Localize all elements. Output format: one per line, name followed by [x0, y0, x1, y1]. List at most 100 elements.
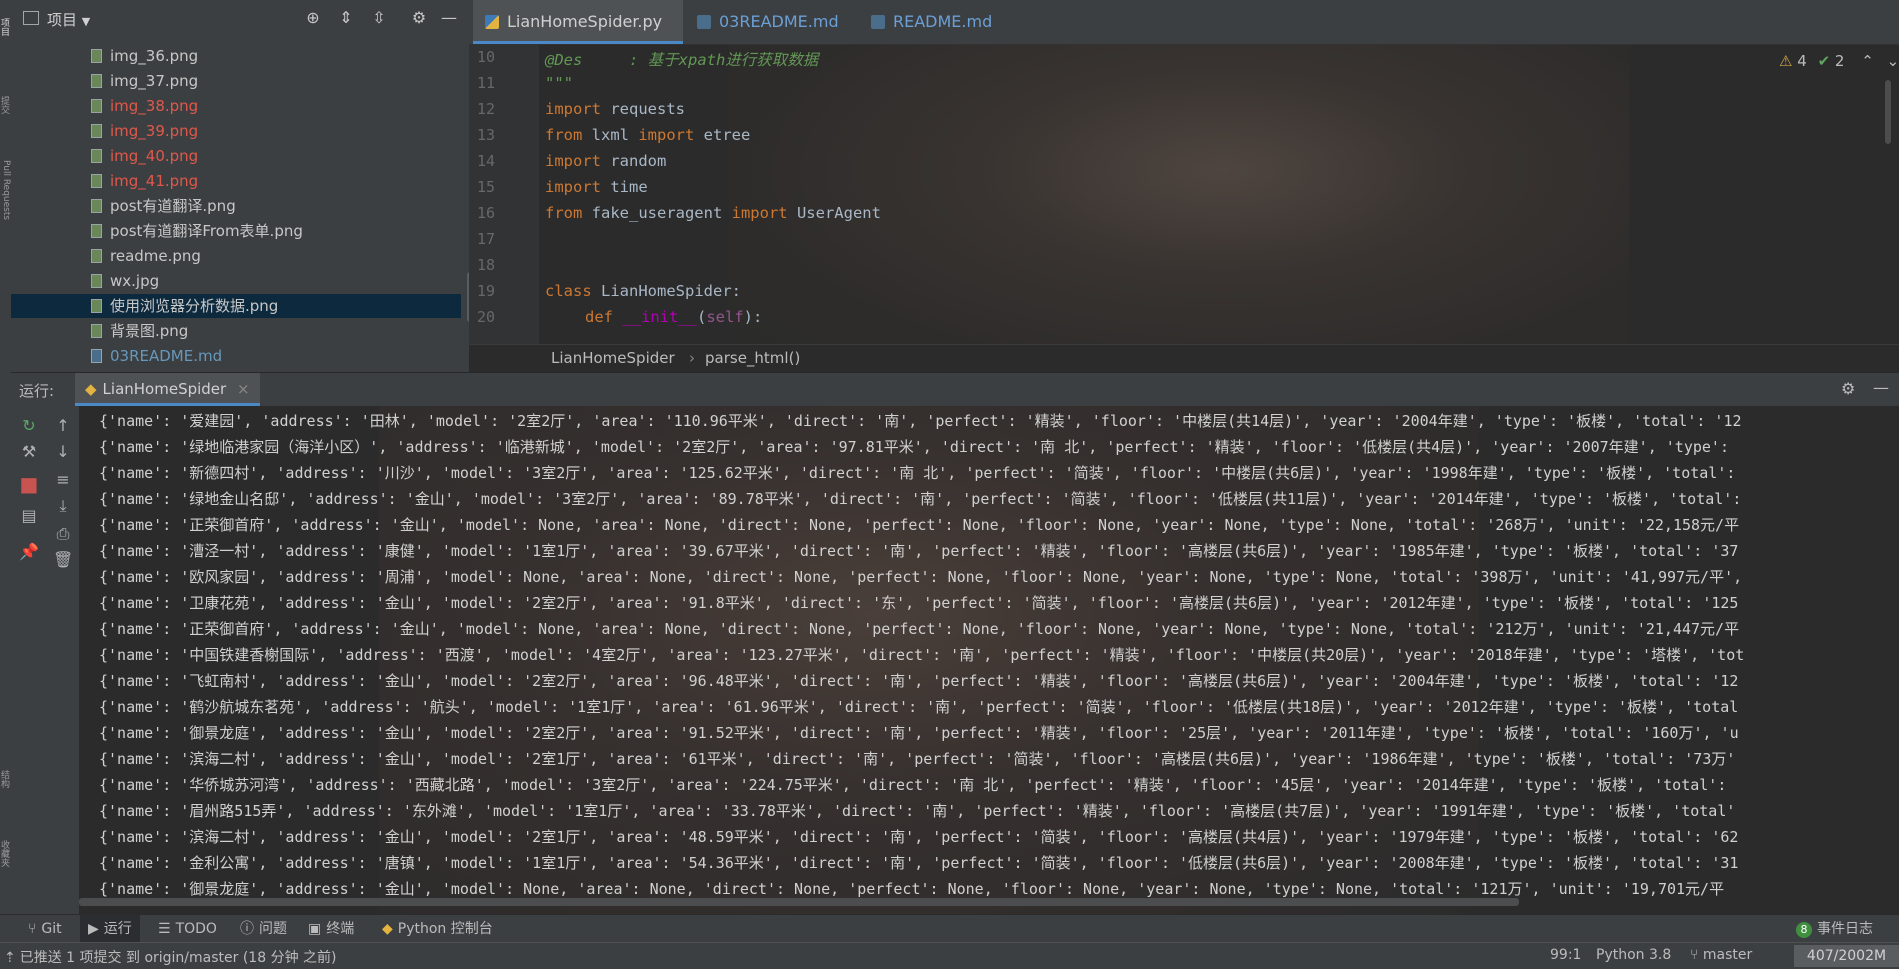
- python-icon: ◆: [382, 921, 393, 937]
- commit-tool-tab[interactable]: 提交: [0, 96, 11, 136]
- rerun-icon[interactable]: ↻: [19, 416, 39, 436]
- git-branch-icon: ⑂: [1690, 947, 1699, 963]
- tree-file-row[interactable]: img_36.png: [11, 44, 461, 68]
- trash-icon[interactable]: 🗑: [53, 550, 73, 570]
- code-line-20[interactable]: def __init__(self):: [585, 308, 762, 326]
- image-file-icon: [91, 299, 102, 313]
- code-text: random: [601, 152, 667, 170]
- locate-icon[interactable]: ⊕: [303, 8, 323, 28]
- doc-text: : 基于xpath进行获取数据: [582, 51, 819, 69]
- code-line-13[interactable]: from lxml import etree: [545, 126, 750, 144]
- minimize-icon[interactable]: —: [439, 8, 459, 28]
- chevron-down-icon[interactable]: ⌄: [1887, 52, 1899, 70]
- collapse-all-icon[interactable]: ⇳: [369, 8, 389, 28]
- python-interpreter[interactable]: Python 3.8: [1596, 947, 1671, 963]
- caret-position[interactable]: 99:1: [1550, 947, 1581, 963]
- tab-03readme[interactable]: 03README.md: [687, 0, 867, 44]
- run-tab-label: LianHomeSpider: [102, 380, 227, 398]
- tree-file-row[interactable]: img_37.png: [11, 69, 461, 93]
- tree-file-row[interactable]: img_40.png: [11, 144, 461, 168]
- tab-run[interactable]: ▶ 运行: [80, 915, 140, 943]
- structure-tool-tab[interactable]: 结构: [0, 770, 11, 810]
- tab-readme[interactable]: README.md: [861, 0, 1021, 44]
- line-number: 20: [476, 308, 495, 326]
- print-icon[interactable]: ⎙: [53, 524, 73, 544]
- code-line-11[interactable]: """: [545, 74, 573, 92]
- code-line-12[interactable]: import requests: [545, 100, 685, 118]
- tab-lianhomespider[interactable]: LianHomeSpider.py: [473, 0, 683, 44]
- breadcrumb-class[interactable]: LianHomeSpider: [551, 349, 675, 367]
- editor-background-image: [729, 0, 1629, 372]
- project-tool-tab[interactable]: 项目: [0, 18, 11, 58]
- gear-icon[interactable]: ⚙: [409, 8, 429, 28]
- chevron-up-icon[interactable]: ⌃: [1861, 52, 1874, 70]
- tree-file-row[interactable]: wx.jpg: [11, 269, 461, 293]
- pin-icon[interactable]: 📌: [19, 542, 39, 562]
- tool-window-bar: ⑂ Git ▶ 运行 ☰ TODO ⓘ 问题 ▣ 终端 ◆ Python 控制台 8 事件日志: [0, 914, 1899, 943]
- code-text: LianHomeSpider:: [591, 282, 741, 300]
- image-file-icon: [91, 224, 102, 238]
- line-number: 17: [476, 230, 495, 248]
- code-line-15[interactable]: import time: [545, 178, 648, 196]
- code-line-16[interactable]: from fake_useragent import UserAgent: [545, 204, 881, 222]
- run-config-tab[interactable]: ◆ LianHomeSpider ×: [75, 373, 260, 406]
- tree-file-row[interactable]: post有道翻译From表单.png: [11, 219, 461, 243]
- inspection-widget[interactable]: ⚠ 4 ✔ 2 ⌃ ⌄: [1779, 52, 1899, 70]
- tab-python-console[interactable]: ◆ Python 控制台: [376, 915, 499, 943]
- console-line: {'name': '漕泾一村', 'address': '康健', 'model…: [99, 542, 1739, 560]
- minimize-icon[interactable]: —: [1873, 378, 1889, 397]
- arrow-down-icon[interactable]: ↓: [53, 442, 73, 462]
- tab-todo[interactable]: ☰ TODO: [152, 915, 223, 943]
- line-number-gutter: 10 11 12 13 14 15 16 17 18 19 20: [469, 44, 539, 344]
- tree-file-row[interactable]: img_41.png: [11, 169, 461, 193]
- tree-file-row[interactable]: post有道翻译.png: [11, 194, 461, 218]
- status-message-area[interactable]: ⇡ 已推送 1 项提交 到 origin/master (18 分钟 之前): [4, 947, 336, 967]
- tree-file-row-selected[interactable]: 使用浏览器分析数据.png: [11, 294, 461, 318]
- tree-file-row[interactable]: 背景图.png: [11, 319, 461, 343]
- editor-scrollbar[interactable]: [1885, 80, 1891, 144]
- console-horizontal-scrollbar[interactable]: [79, 898, 1519, 906]
- event-log-button[interactable]: 8 事件日志: [1790, 915, 1879, 943]
- code-line-19[interactable]: class LianHomeSpider:: [545, 282, 741, 300]
- soft-wrap-icon[interactable]: ≡: [53, 470, 73, 490]
- wrench-icon[interactable]: ⚒: [19, 442, 39, 462]
- git-branch-widget[interactable]: ⑂ master: [1690, 947, 1752, 963]
- memory-indicator[interactable]: 407/2002M: [1794, 945, 1899, 967]
- stop-icon[interactable]: ■: [19, 474, 39, 494]
- tree-file-row[interactable]: 03README.md: [11, 344, 461, 368]
- vcs-push-icon: ⇡: [4, 950, 16, 966]
- code-line-10[interactable]: @Des : 基于xpath进行获取数据: [545, 48, 818, 70]
- tab-label: README.md: [893, 12, 993, 31]
- arrow-up-icon[interactable]: ↑: [53, 416, 73, 436]
- file-name: post有道翻译From表单.png: [110, 222, 303, 240]
- magic-method: __init__: [622, 308, 697, 326]
- info-icon: ⓘ: [240, 921, 254, 937]
- console-line: {'name': '华侨城苏河湾', 'address': '西藏北路', 'm…: [99, 776, 1727, 794]
- favorites-tool-tab[interactable]: 收藏夹: [0, 840, 11, 890]
- console-line: {'name': '绿地金山名邸', 'address': '金山', 'mod…: [99, 490, 1742, 508]
- code-text: time: [601, 178, 648, 196]
- console-line: {'name': '正荣御首府', 'address': '金山', 'mode…: [99, 620, 1740, 638]
- terminal-icon: ▣: [308, 921, 322, 937]
- project-panel-header: 项目 ▼ ⊕ ⇕ ⇳ ⚙ —: [11, 0, 469, 36]
- layout-icon[interactable]: ▤: [19, 506, 39, 526]
- run-console[interactable]: {'name': '爱建园', 'address': '田林', 'model'…: [79, 406, 1899, 914]
- tree-file-row[interactable]: img_39.png: [11, 119, 461, 143]
- gear-icon[interactable]: ⚙: [1841, 379, 1855, 398]
- docstring-end: """: [545, 74, 573, 92]
- expand-all-icon[interactable]: ⇕: [336, 8, 356, 28]
- tab-git[interactable]: ⑂ Git: [22, 915, 68, 943]
- pull-requests-tool-tab[interactable]: Pull Requests: [0, 160, 11, 260]
- tree-file-row[interactable]: readme.png: [11, 244, 461, 268]
- scroll-to-end-icon[interactable]: ⤓: [53, 496, 73, 516]
- run-toolbar: ↻ ↑ ⚒ ↓ ■ ≡ ⤓ ▤ ⎙ 📌 🗑: [11, 406, 79, 914]
- project-view-selector[interactable]: 项目 ▼: [47, 9, 90, 30]
- code-line-14[interactable]: import random: [545, 152, 666, 170]
- tab-terminal[interactable]: ▣ 终端: [302, 915, 360, 943]
- chevron-right-icon: ›: [689, 349, 695, 367]
- code-text: requests: [601, 100, 685, 118]
- tree-file-row[interactable]: img_38.png: [11, 94, 461, 118]
- breadcrumb-method[interactable]: parse_html(): [705, 349, 800, 367]
- close-icon[interactable]: ×: [237, 380, 250, 398]
- tab-problems[interactable]: ⓘ 问题: [234, 915, 293, 943]
